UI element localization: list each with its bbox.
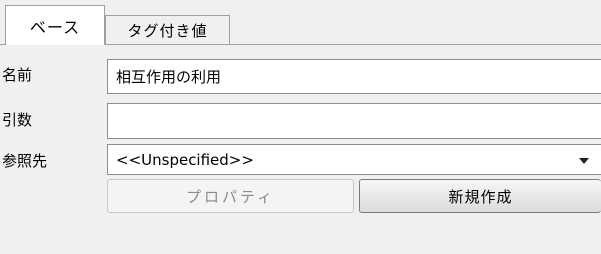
tab-base[interactable]: ベース [5,5,105,45]
chevron-down-icon[interactable] [579,157,589,164]
args-label: 引数 [2,111,33,129]
name-value: 相互作用の利用 [116,68,222,86]
tab-strip: ベース タグ付き値 [0,0,601,45]
name-field[interactable]: 相互作用の利用 [107,59,601,94]
ref-dropdown[interactable]: <<Unspecified>> [107,144,601,175]
properties-button[interactable]: プロパティ [107,179,354,213]
ref-label: 参照先 [2,152,48,170]
tab-tagged-values[interactable]: タグ付き値 [105,15,230,45]
new-button[interactable]: 新規作成 [359,179,601,213]
ref-value: <<Unspecified>> [116,150,254,169]
args-field[interactable] [107,103,601,139]
name-label: 名前 [2,66,33,84]
